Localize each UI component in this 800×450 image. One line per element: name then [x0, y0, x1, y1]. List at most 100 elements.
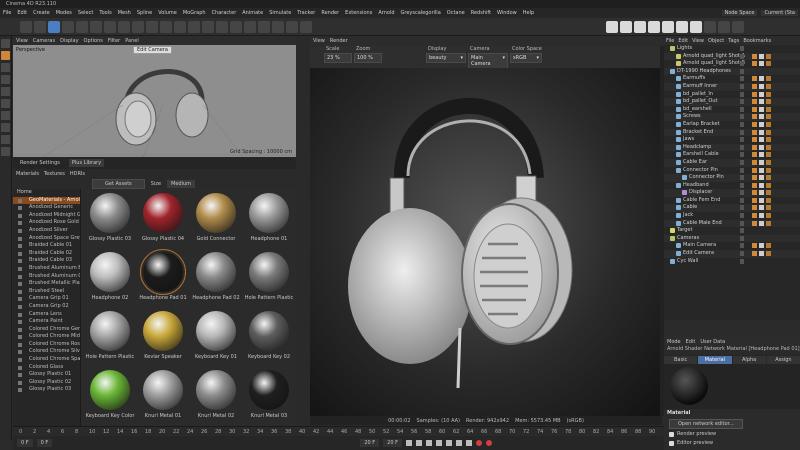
object-tag-icon[interactable] [752, 53, 757, 59]
material-swatch[interactable]: Kevlar Speaker [137, 309, 189, 369]
menu-create[interactable]: Create [33, 10, 50, 16]
object-row[interactable]: Jack [664, 212, 800, 220]
object-row[interactable]: Earmuff Inner [664, 82, 800, 91]
axis-mode-icon[interactable] [1, 111, 10, 120]
rotate-tool-icon[interactable] [90, 20, 102, 33]
menu-modes[interactable]: Modes [56, 10, 72, 16]
list-item[interactable]: Colored Chrome Rose [13, 341, 80, 349]
lock-icon[interactable] [1, 147, 10, 156]
render-settings-icon[interactable] [188, 20, 200, 33]
object-tag-icon[interactable] [766, 61, 771, 67]
visibility-toggle[interactable] [740, 53, 744, 59]
visibility-toggle[interactable] [740, 220, 744, 226]
object-row[interactable]: Lights [664, 45, 800, 53]
list-head[interactable]: Home [13, 189, 80, 197]
arnold-sky-icon[interactable] [662, 20, 674, 33]
object-tag-icon[interactable] [759, 152, 764, 158]
previous-key-icon[interactable] [415, 440, 422, 446]
object-tag-icon[interactable] [766, 167, 771, 173]
object-tag-icon[interactable] [752, 175, 757, 181]
go-to-end-icon[interactable] [465, 440, 472, 446]
list-item[interactable]: Colored Chrome Midni [13, 333, 80, 341]
object-tag-icon[interactable] [759, 99, 764, 105]
menu-simulate[interactable]: Simulate [269, 10, 291, 16]
layout-icon[interactable] [732, 20, 744, 33]
autokey-icon[interactable] [485, 440, 492, 446]
menu-select[interactable]: Select [78, 10, 93, 16]
coordinate-system-icon[interactable] [146, 20, 158, 33]
vp-menu-view[interactable]: View [16, 38, 28, 44]
texture-mode-icon[interactable] [1, 63, 10, 72]
list-item[interactable]: Brushed Aluminum Ble [13, 265, 80, 273]
editor-viewport[interactable]: Perspective Edit Camera Grid Spacing : 1… [13, 45, 296, 157]
material-swatch[interactable]: Glossy Plastic 04 [137, 191, 189, 251]
menu-file[interactable]: File [3, 10, 11, 16]
tab-assign[interactable]: Assign [766, 355, 800, 364]
visibility-toggle[interactable] [740, 167, 744, 173]
scale-field[interactable]: 23 % [324, 53, 352, 63]
menu-mograph[interactable]: MoGraph [183, 10, 206, 16]
object-tag-icon[interactable] [766, 243, 771, 249]
object-row[interactable]: Displacer [664, 189, 800, 197]
select-tool-icon[interactable] [48, 20, 60, 33]
material-swatch[interactable]: Keyboard Key 02 [243, 309, 295, 369]
object-tag-icon[interactable] [759, 121, 764, 127]
object-tag-icon[interactable] [766, 182, 771, 188]
object-row[interactable]: DT-1990 Headphones [664, 67, 800, 76]
menu-octane[interactable]: Octane [447, 10, 465, 16]
om-menu-edit[interactable]: Edit [678, 38, 688, 44]
object-row[interactable]: bd_pallet_Out [664, 98, 800, 106]
redo-icon[interactable] [34, 20, 46, 33]
tab-plus-library[interactable]: Plus Library [68, 159, 105, 167]
menu-volume[interactable]: Volume [158, 10, 177, 16]
get-assets-button[interactable]: Get Assets [92, 178, 145, 189]
object-tag-icon[interactable] [766, 83, 771, 89]
tab-textures[interactable]: Textures [44, 171, 65, 177]
material-swatch[interactable]: Glossy Plastic 03 [84, 191, 136, 251]
list-item[interactable]: Brushed Aluminum Gra [13, 273, 80, 281]
tab-materials[interactable]: Materials [16, 171, 39, 177]
camera-icon[interactable] [286, 20, 298, 33]
tab-material[interactable]: Material [698, 355, 732, 364]
object-tag-icon[interactable] [752, 83, 757, 89]
object-tag-icon[interactable] [752, 190, 757, 196]
object-tag-icon[interactable] [752, 91, 757, 97]
list-item[interactable]: Camera Grip 02 [13, 303, 80, 311]
object-tag-icon[interactable] [752, 114, 757, 120]
object-tag-icon[interactable] [766, 251, 771, 257]
pen-icon[interactable] [216, 20, 228, 33]
visibility-toggle[interactable] [740, 197, 744, 203]
workplane-icon[interactable] [1, 135, 10, 144]
object-row[interactable]: Target [664, 227, 800, 235]
list-item[interactable]: Camera Lens [13, 311, 80, 319]
list-item[interactable]: Camera Grip 01 [13, 295, 80, 303]
redshift-icon[interactable] [718, 20, 730, 33]
list-item[interactable]: Colored Glass [13, 364, 80, 372]
object-tag-icon[interactable] [759, 83, 764, 89]
material-swatch[interactable]: Headphone Pad 01 [137, 249, 189, 310]
tab-alpha[interactable]: Alpha (stacking) [732, 355, 766, 371]
object-row[interactable]: Cable Fem End [664, 197, 800, 205]
visibility-toggle[interactable] [740, 121, 744, 127]
visibility-toggle[interactable] [740, 83, 744, 89]
tab-basic[interactable]: Basic [664, 355, 698, 364]
object-row[interactable]: Headband [664, 182, 800, 190]
visibility-toggle[interactable] [740, 243, 744, 249]
material-swatch[interactable]: Gold Connector [190, 191, 242, 251]
object-tag-icon[interactable] [752, 99, 757, 105]
object-row[interactable]: Connector Pin [664, 167, 800, 175]
list-item-selected[interactable]: GeoMaterials - Arnold [13, 196, 80, 205]
size-select[interactable]: Medium [167, 179, 196, 188]
menu-arnold[interactable]: Arnold [378, 10, 394, 16]
om-menu-object[interactable]: Object [708, 38, 724, 44]
material-swatch[interactable]: Knurl Metal 02 [190, 368, 242, 428]
floor-icon[interactable] [272, 20, 284, 33]
object-row[interactable]: Cable Ear [664, 158, 800, 167]
visibility-toggle[interactable] [740, 114, 744, 120]
object-tag-icon[interactable] [752, 243, 757, 249]
tab-hdris[interactable]: HDRIs [70, 171, 85, 177]
subdivision-icon[interactable] [230, 20, 242, 33]
object-row[interactable]: Arnold quad_light Shot B [664, 60, 800, 68]
am-menu-mode[interactable]: Mode [667, 339, 681, 345]
object-tag-icon[interactable] [759, 106, 764, 112]
